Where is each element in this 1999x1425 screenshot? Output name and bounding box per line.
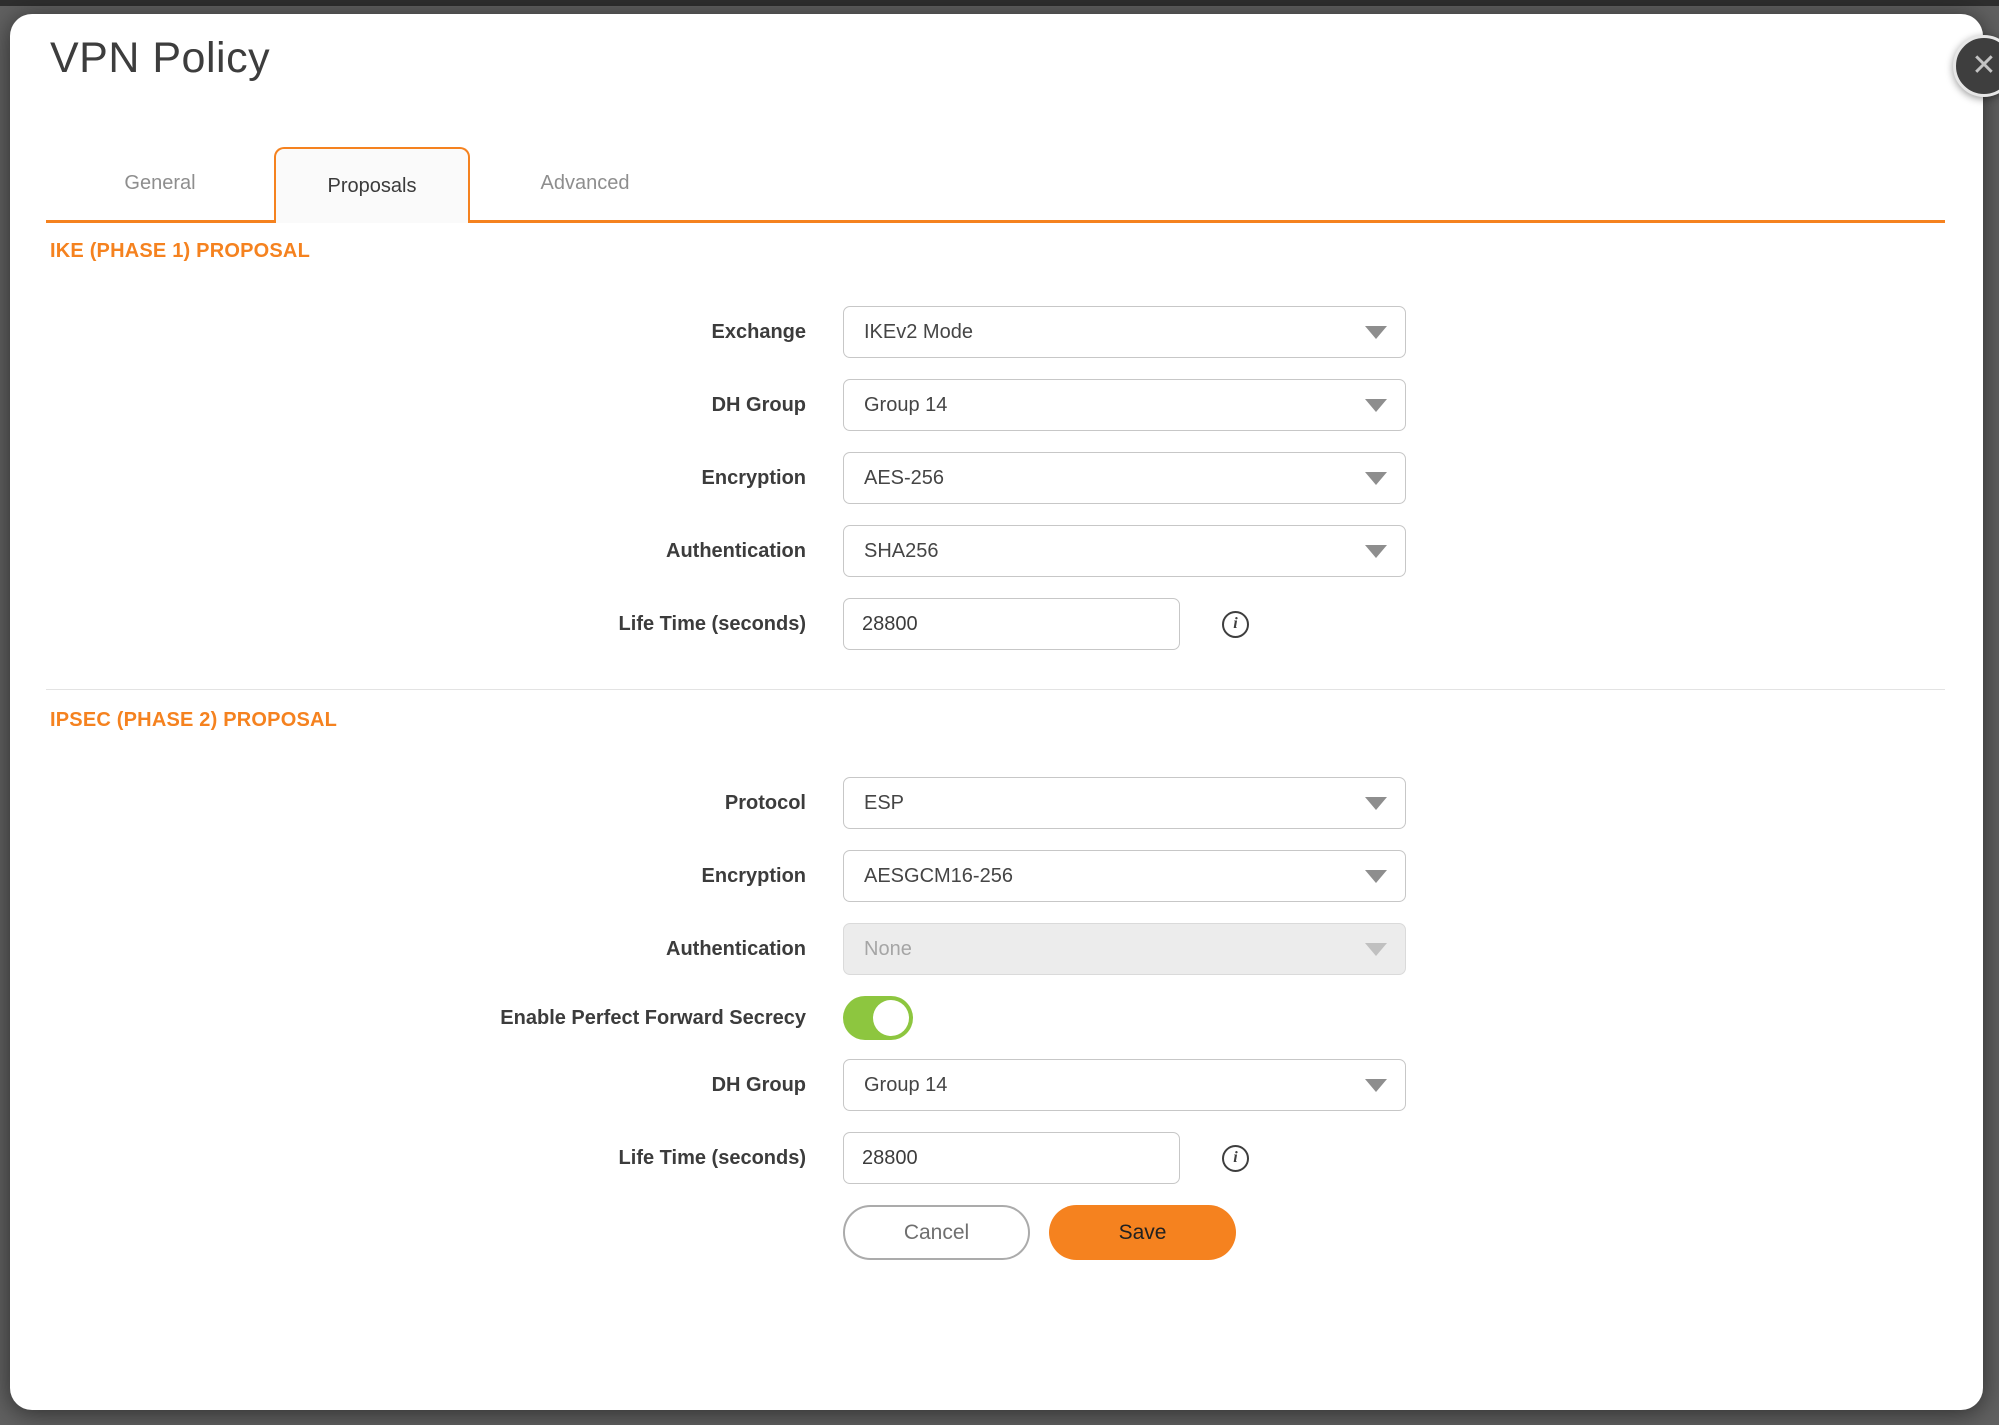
- tab-proposals[interactable]: Proposals: [274, 147, 470, 223]
- authentication-select-value: SHA256: [864, 540, 939, 563]
- info-icon[interactable]: i: [1222, 1145, 1249, 1172]
- form-row-lifetime-p1: Life Time (seconds) i: [10, 598, 1983, 650]
- exchange-select[interactable]: IKEv2 Mode: [843, 306, 1406, 358]
- chevron-down-icon: [1365, 326, 1387, 339]
- proposals-form: Exchange IKEv2 Mode DH Group Group 14 En…: [10, 306, 1983, 1260]
- chevron-down-icon: [1365, 399, 1387, 412]
- protocol-select-value: ESP: [864, 792, 904, 815]
- encryption-select-value: AES-256: [864, 467, 944, 490]
- encryption-p2-label: Encryption: [10, 865, 843, 888]
- form-row-encryption-p1: Encryption AES-256: [10, 452, 1983, 504]
- authentication-p2-select: None: [843, 923, 1406, 975]
- info-icon[interactable]: i: [1222, 611, 1249, 638]
- vpn-policy-dialog: VPN Policy General Proposals Advanced IK…: [10, 14, 1983, 1410]
- encryption-label: Encryption: [10, 467, 843, 490]
- lifetime-p2-label: Life Time (seconds): [10, 1147, 843, 1170]
- protocol-label: Protocol: [10, 792, 843, 815]
- chevron-down-icon: [1365, 545, 1387, 558]
- section-divider: [46, 689, 1945, 690]
- dh-group-select[interactable]: Group 14: [843, 379, 1406, 431]
- dh-group-p2-select-value: Group 14: [864, 1074, 947, 1097]
- dialog-footer: Cancel Save: [843, 1205, 1983, 1260]
- protocol-select[interactable]: ESP: [843, 777, 1406, 829]
- section-heading-ike-phase1: IKE (PHASE 1) PROPOSAL: [50, 240, 310, 263]
- authentication-select[interactable]: SHA256: [843, 525, 1406, 577]
- chevron-down-icon: [1365, 1079, 1387, 1092]
- form-row-dh-group-p1: DH Group Group 14: [10, 379, 1983, 431]
- tab-advanced[interactable]: Advanced: [470, 147, 700, 220]
- form-row-authentication-p2: Authentication None: [10, 923, 1983, 975]
- form-row-encryption-p2: Encryption AESGCM16-256: [10, 850, 1983, 902]
- section-heading-ipsec-phase2: IPSEC (PHASE 2) PROPOSAL: [50, 709, 1983, 732]
- authentication-label: Authentication: [10, 540, 843, 563]
- dh-group-select-value: Group 14: [864, 394, 947, 417]
- form-row-pfs: Enable Perfect Forward Secrecy: [10, 996, 1983, 1040]
- page-title: VPN Policy: [50, 34, 270, 83]
- save-button[interactable]: Save: [1049, 1205, 1236, 1260]
- chevron-down-icon: [1365, 797, 1387, 810]
- dh-group-label: DH Group: [10, 394, 843, 417]
- cancel-button[interactable]: Cancel: [843, 1205, 1030, 1260]
- form-row-lifetime-p2: Life Time (seconds) i: [10, 1132, 1983, 1184]
- form-row-protocol: Protocol ESP: [10, 777, 1983, 829]
- dh-group-p2-label: DH Group: [10, 1074, 843, 1097]
- encryption-p2-select-value: AESGCM16-256: [864, 865, 1013, 888]
- lifetime-label: Life Time (seconds): [10, 613, 843, 636]
- lifetime-input[interactable]: [843, 598, 1180, 650]
- exchange-select-value: IKEv2 Mode: [864, 321, 973, 344]
- lifetime-p2-input[interactable]: [843, 1132, 1180, 1184]
- chevron-down-icon: [1365, 472, 1387, 485]
- form-row-authentication-p1: Authentication SHA256: [10, 525, 1983, 577]
- chevron-down-icon: [1365, 943, 1387, 956]
- tab-general[interactable]: General: [46, 147, 274, 220]
- encryption-p2-select[interactable]: AESGCM16-256: [843, 850, 1406, 902]
- form-row-dh-group-p2: DH Group Group 14: [10, 1059, 1983, 1111]
- authentication-p2-label: Authentication: [10, 938, 843, 961]
- toggle-knob: [873, 1000, 909, 1036]
- form-row-exchange: Exchange IKEv2 Mode: [10, 306, 1983, 358]
- dh-group-p2-select[interactable]: Group 14: [843, 1059, 1406, 1111]
- chevron-down-icon: [1365, 870, 1387, 883]
- exchange-label: Exchange: [10, 321, 843, 344]
- encryption-select[interactable]: AES-256: [843, 452, 1406, 504]
- pfs-label: Enable Perfect Forward Secrecy: [10, 1007, 843, 1030]
- authentication-p2-select-value: None: [864, 938, 912, 961]
- tab-bar: General Proposals Advanced: [46, 144, 1945, 223]
- pfs-toggle[interactable]: [843, 996, 913, 1040]
